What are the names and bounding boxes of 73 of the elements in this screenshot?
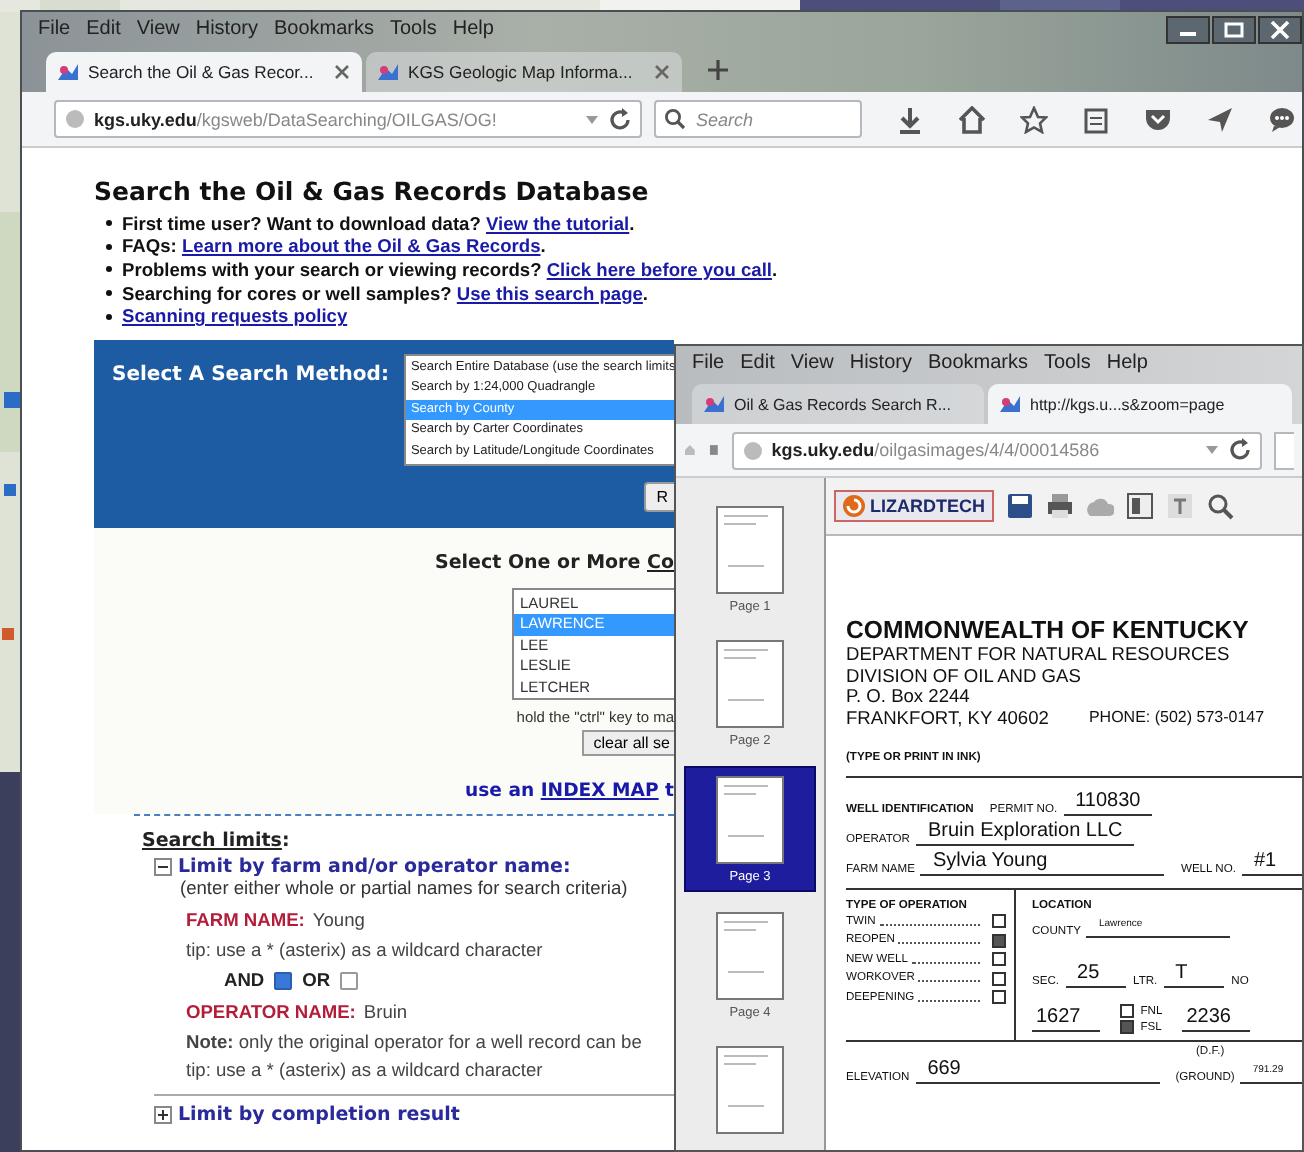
link[interactable]: Click here before you call bbox=[546, 259, 772, 280]
menu-item[interactable]: File bbox=[684, 352, 733, 374]
link[interactable]: Learn more about the Oil & Gas Records bbox=[181, 236, 541, 257]
field-value: Bruin bbox=[363, 1002, 408, 1023]
menu-item[interactable]: View bbox=[128, 18, 188, 40]
browser-tab[interactable]: Search the Oil & Gas Recor... bbox=[46, 52, 362, 92]
handwritten-value: Bruin Exploration LLC bbox=[916, 820, 1135, 846]
radio-label: OR bbox=[302, 970, 331, 991]
index-map-text: use an INDEX MAP t bbox=[465, 780, 674, 803]
document-title: COMMONWEALTH OF KENTUCKY bbox=[846, 616, 1251, 644]
link[interactable]: Scanning requests policy bbox=[122, 306, 348, 327]
document-text: DIVISION OF OIL AND GAS bbox=[846, 665, 1083, 686]
browser-tab[interactable]: Oil & Gas Records Search R... bbox=[692, 384, 984, 424]
handwritten-value: Sylvia Young bbox=[920, 850, 1165, 876]
handwritten-value: #1 bbox=[1241, 850, 1302, 876]
tip-text: tip: use a * (asterix) as a wildcard character bbox=[186, 940, 545, 961]
submit-button[interactable]: R bbox=[644, 482, 674, 513]
menu-item[interactable]: Tools bbox=[382, 18, 445, 40]
section-title: Limit by farm and/or operator name: bbox=[178, 856, 571, 879]
tab-label: http://kgs.u...s&zoom=page bbox=[1030, 395, 1227, 413]
tab-label: Oil & Gas Records Search R... bbox=[734, 395, 953, 413]
handwritten-value: 1627 bbox=[1032, 1006, 1101, 1032]
page-heading: Search the Oil & Gas Records Database bbox=[94, 176, 651, 206]
address-bar[interactable]: kgs.uky.edu/kgsweb/DataSearching/OILGAS/OG! bbox=[54, 100, 642, 138]
document-text: PHONE: (502) 573-0147 bbox=[1088, 707, 1265, 728]
section-title: Search limits: bbox=[142, 830, 292, 853]
menu-item[interactable]: History bbox=[187, 18, 266, 40]
document-text: FRANKFORT, KY 40602 bbox=[846, 707, 1049, 728]
tab-label: Search the Oil & Gas Recor... bbox=[88, 62, 316, 82]
hint-text: (enter either whole or partial names for search criteria) bbox=[180, 878, 630, 899]
menu-item[interactable]: File bbox=[30, 18, 79, 40]
note-text: Note: only the original operator for a well record can be bbox=[186, 1032, 644, 1053]
browser-tab[interactable]: KGS Geologic Map Informa... bbox=[366, 52, 682, 92]
section-heading: Select One or More Co bbox=[435, 551, 674, 574]
clear-button[interactable]: clear all se bbox=[581, 730, 674, 757]
handwritten-value: 2236 bbox=[1182, 1006, 1251, 1032]
link[interactable]: View the tutorial bbox=[485, 213, 630, 234]
link[interactable]: INDEX MAP bbox=[540, 780, 659, 803]
field-value: Young bbox=[312, 910, 365, 931]
bullet-text: FAQs: Learn more about the Oil & Gas Records. bbox=[122, 236, 546, 257]
search-field[interactable]: Search bbox=[654, 100, 862, 138]
handwritten-value: 669 bbox=[915, 1058, 1160, 1084]
section-title: Limit by completion result bbox=[178, 1104, 460, 1127]
handwritten-value: 25 bbox=[1065, 962, 1126, 988]
field-label: FARM NAME: bbox=[186, 910, 305, 931]
link[interactable]: Use this search page bbox=[456, 283, 643, 304]
menu-item[interactable]: Bookmarks bbox=[265, 18, 382, 40]
handwritten-value: T bbox=[1163, 962, 1224, 988]
bullet-text: Problems with your search or viewing records? Click here before you call. bbox=[122, 259, 778, 280]
address-bar[interactable]: kgs.uky.edu/oilgasimages/4/4/00014586 bbox=[731, 431, 1262, 469]
document-text: P. O. Box 2244 bbox=[846, 686, 972, 707]
menu-item[interactable]: Bookmarks bbox=[919, 352, 1036, 374]
field-label: Select A Search Method: bbox=[112, 361, 389, 390]
menu-item[interactable]: Tools bbox=[1036, 352, 1099, 374]
bullet-text: First time user? Want to download data? View the tutorial. bbox=[122, 213, 635, 234]
tab-label: KGS Geologic Map Informa... bbox=[408, 62, 635, 82]
bullet-text: Searching for cores or well samples? Use this search page. bbox=[122, 283, 649, 304]
url-text: kgs.uky.edu/oilgasimages/4/4/00014586 bbox=[771, 440, 1102, 460]
menu-item[interactable]: Help bbox=[444, 18, 502, 40]
logo-text: LIZARDTECH bbox=[870, 496, 985, 516]
menu-item[interactable]: Edit bbox=[732, 352, 783, 374]
tip-text: tip: use a * (asterix) as a wildcard character bbox=[186, 1060, 545, 1081]
url-text: kgs.uky.edu/kgsweb/DataSearching/OILGAS/OG! bbox=[94, 109, 499, 129]
browser-tab[interactable]: http://kgs.u...s&zoom=page bbox=[988, 384, 1292, 424]
link[interactable]: Co bbox=[647, 551, 674, 574]
radio-label: AND bbox=[224, 970, 265, 991]
menu-item[interactable]: Help bbox=[1098, 352, 1156, 374]
document-text: DEPARTMENT FOR NATURAL RESOURCES bbox=[846, 644, 1232, 665]
field-label: OPERATOR NAME: bbox=[186, 1002, 356, 1023]
handwritten-value: 110830 bbox=[1063, 790, 1153, 816]
menu-item[interactable]: Edit bbox=[78, 18, 129, 40]
menu-item[interactable]: View bbox=[782, 352, 842, 374]
menu-item[interactable]: History bbox=[841, 352, 920, 374]
